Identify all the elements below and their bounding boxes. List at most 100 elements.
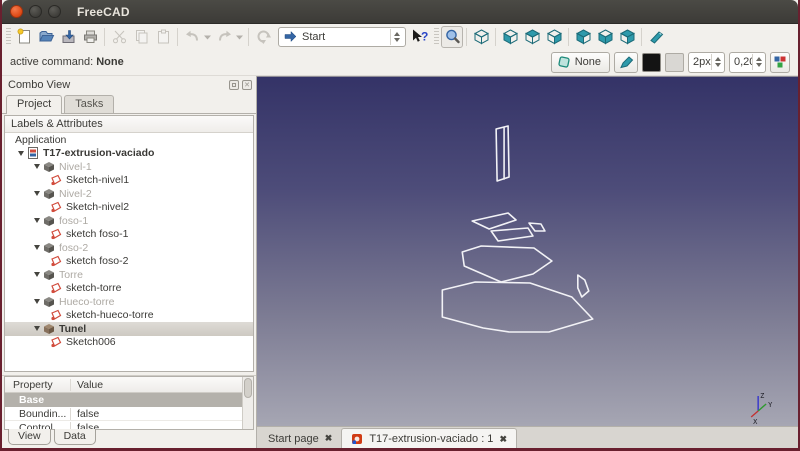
- expander-icon[interactable]: [34, 326, 40, 331]
- rear-view-button[interactable]: [572, 26, 594, 48]
- tree-row-tunel-selected[interactable]: Tunel: [5, 322, 253, 336]
- panel-float-button[interactable]: [229, 80, 239, 90]
- copy-button[interactable]: [130, 26, 152, 48]
- face-color-swatch[interactable]: [665, 53, 684, 72]
- tree-row-group[interactable]: Nivel-1: [5, 160, 253, 174]
- paste-button[interactable]: [152, 26, 174, 48]
- svg-text:?: ?: [421, 30, 428, 44]
- panel-close-button[interactable]: ✕: [242, 80, 252, 90]
- measure-distance-button[interactable]: [645, 26, 667, 48]
- front-view-button[interactable]: [499, 26, 521, 48]
- property-group-base[interactable]: Base: [5, 393, 253, 407]
- expander-icon[interactable]: [34, 218, 40, 223]
- tree-row-group[interactable]: foso-2: [5, 241, 253, 255]
- undo-arrow-icon: [184, 28, 201, 45]
- autogroup-icon: [773, 55, 787, 69]
- close-tab-icon[interactable]: ✖: [499, 434, 507, 445]
- tab-tasks[interactable]: Tasks: [64, 95, 114, 113]
- toolbar-grip[interactable]: [6, 28, 11, 46]
- tree-row-sketch[interactable]: Sketch006: [5, 336, 253, 350]
- 3d-viewport[interactable]: Z Y X: [257, 76, 798, 426]
- tree-row-sketch[interactable]: sketch foso-2: [5, 255, 253, 269]
- tree-row-group[interactable]: Torre: [5, 268, 253, 282]
- bottom-view-button[interactable]: [594, 26, 616, 48]
- fit-all-magnifier-icon: [444, 28, 461, 45]
- redo-dropdown-arrow[interactable]: [235, 26, 245, 48]
- property-row[interactable]: Boundin... false: [5, 407, 253, 421]
- command-status-bar: active command: None None 2px: [2, 49, 798, 76]
- expander-icon[interactable]: [18, 151, 24, 156]
- refresh-button[interactable]: [252, 26, 274, 48]
- working-plane-icon: [557, 55, 571, 69]
- fit-all-button[interactable]: [441, 26, 463, 48]
- text-scale-spinbox[interactable]: 0,20: [729, 52, 766, 73]
- new-document-button[interactable]: [13, 26, 35, 48]
- tree-row-application[interactable]: Application: [5, 133, 253, 147]
- undo-button[interactable]: [181, 26, 203, 48]
- tab-view[interactable]: View: [8, 429, 51, 445]
- tab-data[interactable]: Data: [54, 429, 96, 445]
- combo-view-panel: Combo View ✕ Project Tasks Labels & Attr…: [2, 76, 257, 449]
- toolbar-separator: [248, 28, 249, 46]
- open-file-button[interactable]: [35, 26, 57, 48]
- draft-tray: None 2px 0,20: [551, 52, 790, 73]
- line-color-swatch[interactable]: [642, 53, 661, 72]
- workbench-selector[interactable]: Start: [278, 27, 406, 47]
- construction-mode-button[interactable]: [614, 52, 638, 73]
- right-view-button[interactable]: [543, 26, 565, 48]
- refresh-icon: [255, 28, 272, 45]
- tree-row-group[interactable]: Nivel-2: [5, 187, 253, 201]
- freecad-window: FreeCAD: [0, 0, 800, 451]
- tab-start-page[interactable]: Start page ✖: [259, 428, 341, 449]
- property-scrollbar[interactable]: [242, 377, 253, 429]
- toolbar-separator: [568, 28, 569, 46]
- expander-icon[interactable]: [34, 245, 40, 250]
- top-view-button[interactable]: [521, 26, 543, 48]
- tree-row-sketch[interactable]: Sketch-nivel1: [5, 174, 253, 188]
- document-icon: [27, 147, 39, 159]
- expander-icon[interactable]: [34, 164, 40, 169]
- axonometric-view-button[interactable]: [470, 26, 492, 48]
- expander-icon[interactable]: [34, 191, 40, 196]
- property-editor: Property Value Base Boundin... false Con…: [4, 376, 254, 430]
- tab-project[interactable]: Project: [6, 95, 62, 114]
- left-view-button[interactable]: [616, 26, 638, 48]
- tree-row-sketch[interactable]: Sketch-nivel2: [5, 201, 253, 215]
- freecad-document-icon: [351, 433, 363, 445]
- workbench-spinner[interactable]: [390, 29, 403, 45]
- new-document-icon: [16, 28, 33, 45]
- axis-y-label: Y: [768, 401, 773, 409]
- sketch-icon: [50, 201, 62, 213]
- tree-row-group[interactable]: Hueco-torre: [5, 295, 253, 309]
- line-width-spinbox[interactable]: 2px: [688, 52, 725, 73]
- tree-row-sketch[interactable]: sketch-torre: [5, 282, 253, 296]
- window-minimize-button[interactable]: [29, 5, 42, 18]
- tree-row-group[interactable]: foso-1: [5, 214, 253, 228]
- expander-icon[interactable]: [34, 299, 40, 304]
- whats-this-button[interactable]: ?: [410, 26, 432, 48]
- toolbar-grip[interactable]: [434, 28, 439, 46]
- undo-dropdown-arrow[interactable]: [203, 26, 213, 48]
- working-plane-button[interactable]: None: [551, 52, 610, 73]
- cut-button[interactable]: [108, 26, 130, 48]
- close-tab-icon[interactable]: ✖: [325, 433, 333, 444]
- text-scale-spinner[interactable]: [752, 54, 765, 70]
- autogroup-button[interactable]: [770, 52, 790, 73]
- window-maximize-button[interactable]: [48, 5, 61, 18]
- tab-document-view[interactable]: T17-extrusion-vaciado : 1 ✖: [341, 428, 517, 449]
- whats-this-icon: ?: [411, 28, 431, 45]
- copy-icon: [133, 28, 150, 45]
- combo-view-tabs: Project Tasks: [2, 93, 256, 114]
- tree-row-document[interactable]: T17-extrusion-vaciado: [5, 147, 253, 161]
- save-button[interactable]: [57, 26, 79, 48]
- window-close-button[interactable]: [10, 5, 23, 18]
- tree-row-sketch[interactable]: sketch foso-1: [5, 228, 253, 242]
- print-button[interactable]: [79, 26, 101, 48]
- redo-button[interactable]: [213, 26, 235, 48]
- extrusion-cube-icon: [43, 242, 55, 254]
- title-bar: FreeCAD: [2, 0, 798, 24]
- axonometric-cube-icon: [473, 28, 490, 45]
- line-width-spinner[interactable]: [711, 54, 724, 70]
- tree-row-sketch[interactable]: sketch-hueco-torre: [5, 309, 253, 323]
- expander-icon[interactable]: [34, 272, 40, 277]
